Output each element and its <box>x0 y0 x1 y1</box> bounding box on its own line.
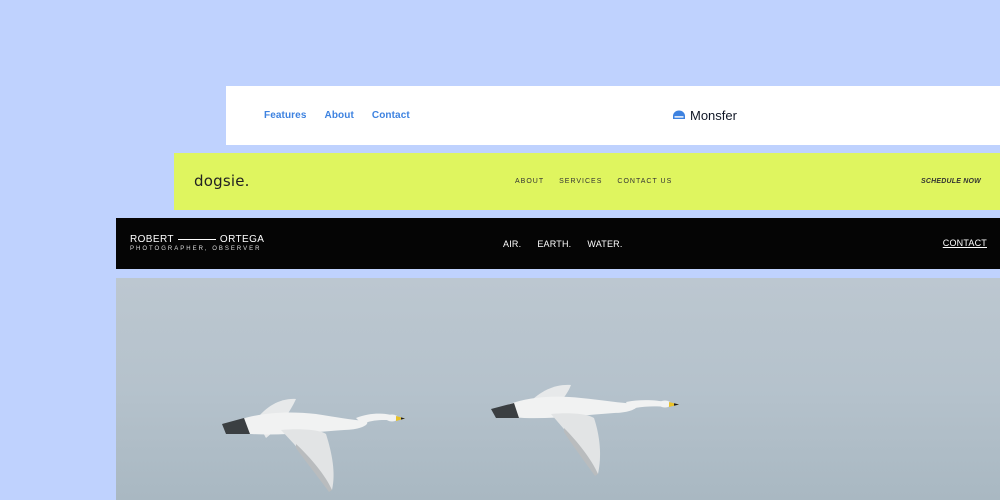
monsfer-nav-contact[interactable]: Contact <box>372 110 410 121</box>
robert-nav: AIR. EARTH. WATER. <box>503 218 623 269</box>
swan-right <box>491 384 679 476</box>
robert-nav-earth[interactable]: EARTH. <box>537 239 571 249</box>
half-dome-logo-icon <box>672 110 686 121</box>
monsfer-nav-about[interactable]: About <box>325 110 354 121</box>
robert-contact-link[interactable]: CONTACT <box>943 218 987 269</box>
logo-dash-divider <box>177 239 216 240</box>
dogsie-nav-services[interactable]: SERVICES <box>559 178 602 185</box>
dogsie-header: dogsie. ABOUT SERVICES CONTACT US SCHEDU… <box>174 153 1000 210</box>
hero-photo <box>116 278 1000 500</box>
monsfer-nav-features[interactable]: Features <box>264 110 307 121</box>
monsfer-logo[interactable]: Monsfer <box>672 86 737 145</box>
logo-tagline: PHOTOGRAPHER, OBSERVER <box>130 246 262 252</box>
swan-left <box>222 398 405 492</box>
monsfer-nav: Features About Contact <box>264 86 410 145</box>
logo-first-name: ROBERT <box>130 234 174 245</box>
logo-last-name: ORTEGA <box>219 234 265 245</box>
robert-nav-air[interactable]: AIR. <box>503 239 521 249</box>
robert-ortega-logo[interactable]: ROBERT ORTEGA <box>130 234 264 245</box>
monsfer-brand-name: Monsfer <box>690 108 737 123</box>
dogsie-nav-about[interactable]: ABOUT <box>515 178 544 185</box>
dogsie-nav-contact-us[interactable]: CONTACT US <box>617 178 672 185</box>
dogsie-logo[interactable]: dogsie. <box>194 153 250 210</box>
robert-ortega-header: ROBERT ORTEGA PHOTOGRAPHER, OBSERVER AIR… <box>116 218 1000 269</box>
dogsie-schedule-now-link[interactable]: SCHEDULE NOW <box>921 153 981 210</box>
dogsie-nav: ABOUT SERVICES CONTACT US <box>515 153 672 210</box>
two-swans-in-flight-photo <box>222 384 679 492</box>
monsfer-header: Features About Contact Monsfer <box>226 86 1000 145</box>
robert-nav-water[interactable]: WATER. <box>587 239 622 249</box>
